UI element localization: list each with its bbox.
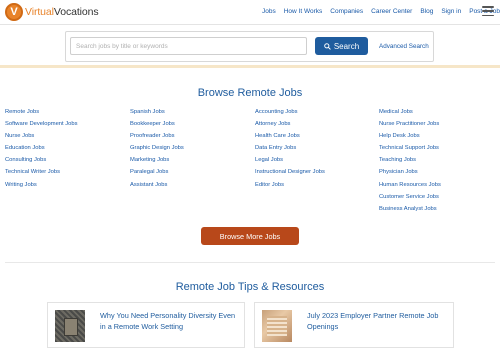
job-category-link[interactable]: Teaching Jobs — [379, 157, 441, 169]
nav-companies[interactable]: Companies — [330, 8, 363, 15]
top-navigation-bar: V VirtualVocations Jobs How It Works Com… — [0, 0, 500, 25]
virtualvocations-logo[interactable]: V VirtualVocations — [5, 3, 99, 21]
job-category-link[interactable]: Marketing Jobs — [130, 157, 184, 169]
job-category-link[interactable]: Legal Jobs — [255, 157, 325, 169]
job-category-link[interactable]: Assistant Jobs — [130, 182, 184, 194]
search-input[interactable] — [70, 37, 307, 55]
job-category-link[interactable]: Nurse Jobs — [5, 133, 78, 145]
advanced-search-link[interactable]: Advanced Search — [379, 43, 429, 50]
jobs-column-4: Medical Jobs Nurse Practitioner Jobs Hel… — [379, 109, 441, 218]
nav-blog[interactable]: Blog — [420, 8, 433, 15]
job-category-link[interactable]: Physician Jobs — [379, 169, 441, 181]
job-category-link[interactable]: Business Analyst Jobs — [379, 206, 441, 218]
job-category-link[interactable]: Writing Jobs — [5, 182, 78, 194]
main-nav: Jobs How It Works Companies Career Cente… — [262, 8, 500, 15]
article-card[interactable]: Why You Need Personality Diversity Even … — [47, 302, 245, 348]
jobs-column-2: Spanish Jobs Bookkeeper Jobs Proofreader… — [130, 109, 184, 194]
browse-more-jobs-button[interactable]: Browse More Jobs — [201, 227, 299, 245]
nav-sign-in[interactable]: Sign in — [441, 8, 461, 15]
job-category-link[interactable]: Health Care Jobs — [255, 133, 325, 145]
logo-badge-icon: V — [5, 3, 23, 21]
job-category-link[interactable]: Medical Jobs — [379, 109, 441, 121]
search-button-label: Search — [333, 41, 360, 51]
tips-resources-heading: Remote Job Tips & Resources — [175, 281, 325, 293]
jobs-column-1: Remote Jobs Software Development Jobs Nu… — [5, 109, 78, 194]
article-title[interactable]: July 2023 Employer Partner Remote Job Op… — [307, 310, 449, 332]
article-card[interactable]: July 2023 Employer Partner Remote Job Op… — [254, 302, 454, 348]
section-divider — [5, 262, 495, 263]
job-category-link[interactable]: Data Entry Jobs — [255, 145, 325, 157]
search-button[interactable]: Search — [315, 37, 368, 55]
article-thumbnail — [262, 310, 292, 342]
job-category-link[interactable]: Proofreader Jobs — [130, 133, 184, 145]
job-category-link[interactable]: Accounting Jobs — [255, 109, 325, 121]
job-category-link[interactable]: Human Resources Jobs — [379, 182, 441, 194]
job-category-link[interactable]: Technical Writer Jobs — [5, 169, 78, 181]
nav-how-it-works[interactable]: How It Works — [284, 8, 323, 15]
job-category-link[interactable]: Help Desk Jobs — [379, 133, 441, 145]
job-category-link[interactable]: Education Jobs — [5, 145, 78, 157]
job-category-link[interactable]: Spanish Jobs — [130, 109, 184, 121]
browse-remote-jobs-heading: Browse Remote Jobs — [197, 87, 303, 99]
job-category-link[interactable]: Bookkeeper Jobs — [130, 121, 184, 133]
article-thumbnail — [55, 310, 85, 342]
job-category-link[interactable]: Software Development Jobs — [5, 121, 78, 133]
search-icon — [324, 42, 331, 50]
hamburger-menu-icon[interactable] — [482, 6, 494, 16]
article-title[interactable]: Why You Need Personality Diversity Even … — [100, 310, 242, 332]
job-category-link[interactable]: Graphic Design Jobs — [130, 145, 184, 157]
job-category-link[interactable]: Technical Support Jobs — [379, 145, 441, 157]
job-category-link[interactable]: Consulting Jobs — [5, 157, 78, 169]
nav-career-center[interactable]: Career Center — [371, 8, 412, 15]
job-category-link[interactable]: Editor Jobs — [255, 182, 325, 194]
job-category-link[interactable]: Customer Service Jobs — [379, 194, 441, 206]
job-category-link[interactable]: Remote Jobs — [5, 109, 78, 121]
job-category-link[interactable]: Attorney Jobs — [255, 121, 325, 133]
logo-text: VirtualVocations — [25, 6, 99, 18]
jobs-column-3: Accounting Jobs Attorney Jobs Health Car… — [255, 109, 325, 194]
job-category-link[interactable]: Nurse Practitioner Jobs — [379, 121, 441, 133]
nav-jobs[interactable]: Jobs — [262, 8, 276, 15]
job-category-link[interactable]: Paralegal Jobs — [130, 169, 184, 181]
job-category-link[interactable]: Instructional Designer Jobs — [255, 169, 325, 181]
